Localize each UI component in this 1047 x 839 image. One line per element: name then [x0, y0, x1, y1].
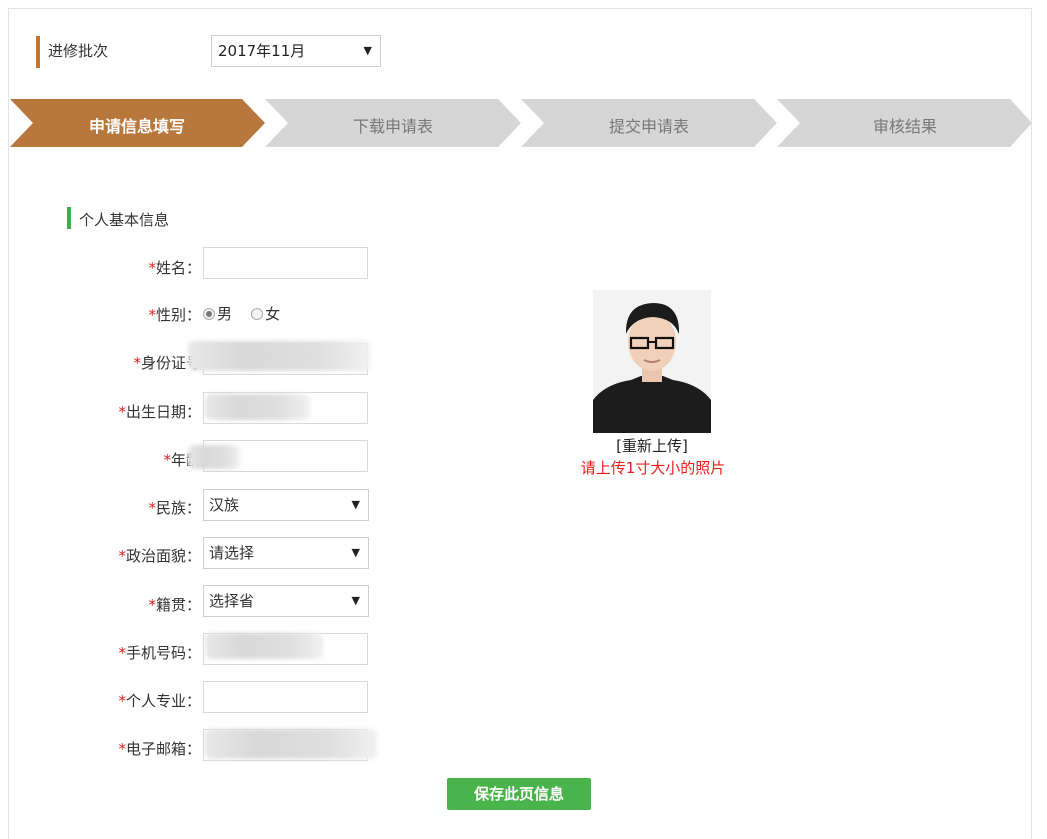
phone-redaction: [205, 633, 323, 659]
step-2-label[interactable]: 下载申请表: [293, 113, 493, 137]
batch-label: 进修批次: [48, 42, 109, 60]
chevron-down-icon: ▼: [363, 44, 372, 57]
major-label: *个人专业：: [118, 692, 201, 710]
batch-select-value: 2017年11月: [218, 42, 306, 60]
phone-label: *手机号码：: [118, 644, 201, 662]
batch-accent-bar: [36, 36, 40, 68]
reupload-link[interactable]: [重新上传]: [593, 435, 711, 456]
email-redaction: [205, 729, 377, 759]
chevron-down-icon: ▼: [351, 546, 360, 559]
major-input[interactable]: [203, 681, 368, 713]
gender-label: *性别：: [148, 306, 201, 324]
ethnic-select-value: 汉族: [209, 496, 240, 514]
photo-hint: 请上传1寸大小的照片: [580, 459, 726, 477]
save-button[interactable]: 保存此页信息: [447, 778, 591, 810]
step-3-label[interactable]: 提交申请表: [549, 113, 749, 137]
step-4-label[interactable]: 审核结果: [805, 113, 1005, 137]
political-select-value: 请选择: [209, 544, 255, 562]
gender-female-radio[interactable]: [251, 307, 264, 320]
gender-male-radio[interactable]: [203, 307, 215, 320]
section-title: 个人基本信息: [79, 211, 170, 229]
birth-label: *出生日期：: [118, 403, 201, 421]
required-mark: *: [148, 259, 156, 277]
section-accent-bar: [67, 207, 71, 229]
gender-male-label[interactable]: 男: [217, 305, 232, 323]
step-1-label[interactable]: 申请信息填写: [37, 113, 237, 137]
step-progress: 申请信息填写 下载申请表 提交申请表 审核结果: [10, 99, 1032, 147]
name-input[interactable]: [203, 247, 368, 279]
birth-redaction: [205, 394, 310, 420]
native-select-value: 选择省: [209, 592, 255, 610]
email-label: *电子邮箱：: [118, 740, 201, 758]
political-label: *政治面貌：: [118, 547, 201, 565]
gender-female-label[interactable]: 女: [265, 305, 280, 323]
gender-radio-group: 男 女: [203, 303, 280, 324]
batch-select[interactable]: 2017年11月 ▼: [211, 35, 381, 67]
chevron-down-icon: ▼: [351, 594, 360, 607]
political-select[interactable]: 请选择 ▼: [203, 537, 369, 569]
person-photo-icon: [593, 290, 711, 433]
native-province-select[interactable]: 选择省 ▼: [203, 585, 369, 617]
id-redaction: [188, 341, 370, 371]
chevron-down-icon: ▼: [351, 498, 360, 511]
profile-photo: [593, 290, 711, 433]
native-label: *籍贯：: [148, 596, 201, 614]
ethnic-label: *民族：: [148, 499, 201, 517]
ethnic-select[interactable]: 汉族 ▼: [203, 489, 369, 521]
name-label: *姓名：: [148, 259, 201, 277]
age-redaction: [188, 445, 240, 469]
